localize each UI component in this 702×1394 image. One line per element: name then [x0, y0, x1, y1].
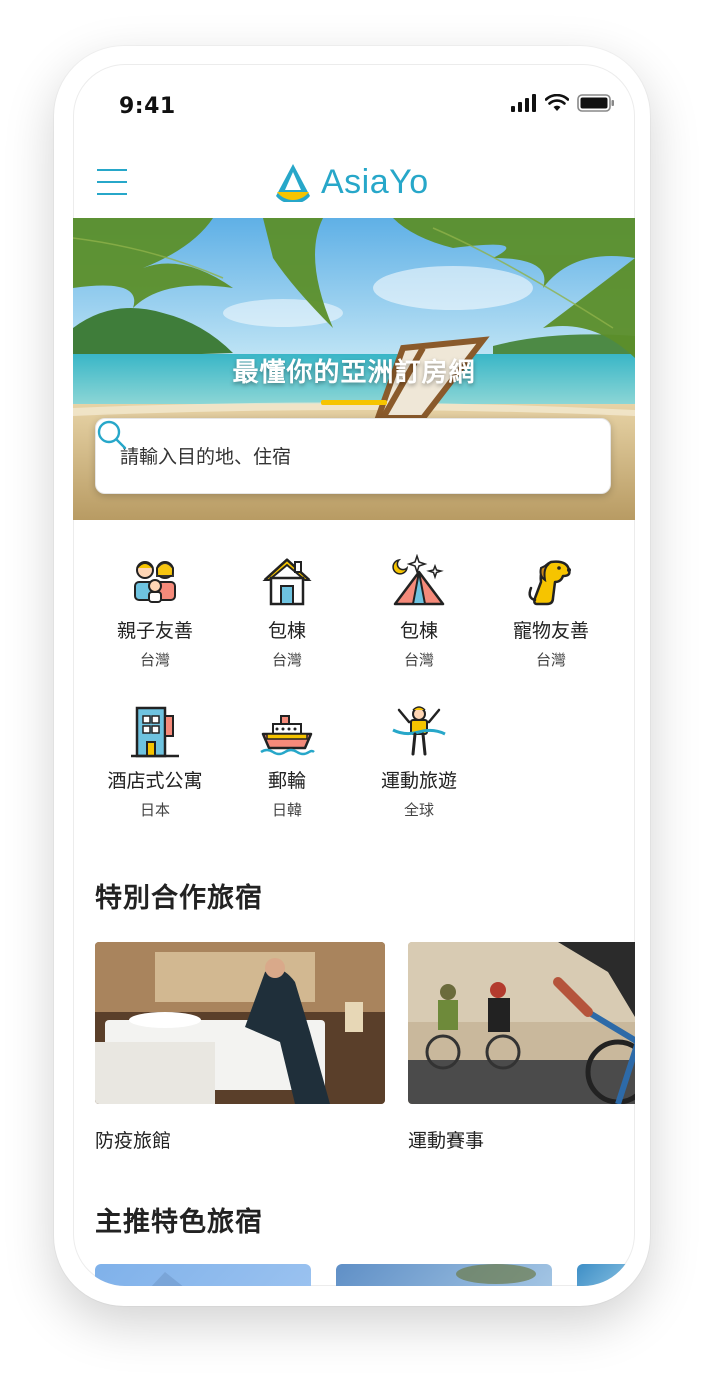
- category-label: 親子友善: [116, 620, 193, 642]
- category-region: 全球: [403, 801, 434, 819]
- status-bar: 9:41: [73, 64, 635, 144]
- hero-title: 最懂你的亞洲訂房網: [232, 358, 476, 388]
- featured-stays-title: 主推特色旅宿: [95, 1207, 263, 1238]
- asiayo-logo-icon: [276, 164, 310, 202]
- cycling-race-photo: [408, 942, 635, 1104]
- featured-card-1[interactable]: [95, 1264, 311, 1286]
- search-icon[interactable]: [96, 419, 128, 451]
- camping-tent-icon: [392, 554, 445, 606]
- partner-card-quarantine-hotel[interactable]: 防疫旅館: [95, 942, 385, 1153]
- category-label: 寵物友善: [512, 620, 589, 642]
- brand-logo[interactable]: AsiaYo: [273, 162, 429, 202]
- battery-icon: [577, 94, 614, 112]
- category-region: 台灣: [535, 651, 566, 669]
- category-cruise[interactable]: 郵輪 日韓: [221, 704, 353, 820]
- family-icon: [134, 561, 176, 603]
- cruise-ship-icon: [260, 715, 315, 756]
- house-icon: [262, 558, 312, 606]
- category-label: 郵輪: [267, 770, 306, 792]
- search-input[interactable]: [118, 419, 542, 495]
- category-label: 包棟: [399, 620, 438, 642]
- category-region: 日本: [139, 801, 170, 819]
- category-region: 日韓: [271, 801, 302, 819]
- status-time: 9:41: [119, 94, 176, 119]
- top-nav: AsiaYo: [73, 144, 635, 218]
- runner-finish-icon: [392, 706, 446, 756]
- featured-card-3[interactable]: [577, 1264, 635, 1286]
- card-label: 運動賽事: [408, 1130, 485, 1152]
- category-region: 台灣: [403, 651, 434, 669]
- brand-name: AsiaYo: [321, 162, 429, 201]
- category-whole-house-camping[interactable]: 包棟 台灣: [353, 554, 485, 670]
- category-whole-house[interactable]: 包棟 台灣: [221, 554, 353, 670]
- hamburger-menu-button[interactable]: [97, 169, 129, 197]
- card-label: 防疫旅館: [95, 1130, 172, 1152]
- featured-card-2[interactable]: [336, 1264, 552, 1286]
- category-serviced-apartment[interactable]: 酒店式公寓 日本: [89, 704, 221, 820]
- special-partner-title: 特別合作旅宿: [95, 883, 263, 914]
- partner-card-sports-events[interactable]: 運動賽事: [408, 942, 635, 1153]
- apartment-building-icon: [131, 706, 179, 758]
- hotel-room-photo: [95, 942, 385, 1104]
- featured-photo: [151, 1272, 183, 1286]
- category-label: 酒店式公寓: [107, 770, 203, 792]
- category-pet-friendly[interactable]: 寵物友善 台灣: [485, 554, 617, 670]
- category-label: 運動旅遊: [380, 770, 457, 792]
- category-label: 包棟: [267, 620, 306, 642]
- phone-screen: 9:41 AsiaYo 最懂你的亞洲訂房網 請輸入目的地、住宿 親子友善 台灣 …: [73, 64, 635, 1286]
- category-region: 台灣: [271, 651, 302, 669]
- cellular-signal-icon: [511, 94, 536, 112]
- search-box[interactable]: [95, 418, 611, 495]
- category-region: 台灣: [139, 651, 170, 669]
- dog-icon: [528, 560, 571, 606]
- category-family-friendly[interactable]: 親子友善 台灣: [89, 554, 221, 670]
- featured-photo: [456, 1264, 536, 1284]
- hero-banner: 最懂你的亞洲訂房網: [73, 218, 635, 520]
- status-icons: [511, 94, 615, 112]
- wifi-icon: [545, 94, 569, 111]
- category-sports-travel[interactable]: 運動旅遊 全球: [353, 704, 485, 820]
- hero-title-underline: [321, 400, 387, 405]
